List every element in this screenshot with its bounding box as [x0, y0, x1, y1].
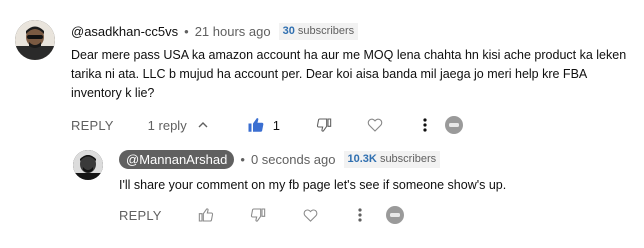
subscriber-label: subscribers — [297, 24, 355, 37]
separator-dot: • — [240, 151, 245, 167]
comment-text: Dear mere pass USA ka amazon account ha … — [71, 48, 627, 100]
creator-avatar-icon[interactable] — [444, 115, 464, 135]
creator-avatar-icon[interactable] — [385, 205, 405, 225]
replies-count-label: 1 reply — [147, 117, 187, 133]
reply-thread: @MannanArshad • 0 seconds ago 10.3K subs… — [0, 140, 644, 248]
user-avatar-image — [73, 150, 103, 180]
timestamp[interactable]: 0 seconds ago — [251, 152, 336, 167]
comment-meta: @asadkhan-cc5vs • 21 hours ago 30 subscr… — [71, 22, 359, 40]
author-avatar[interactable] — [15, 20, 55, 60]
subscriber-count: 30 — [282, 24, 295, 37]
reply-author-avatar[interactable] — [73, 150, 103, 180]
reply-toolbar: REPLY — [119, 203, 405, 227]
author-name[interactable]: @asadkhan-cc5vs — [71, 24, 178, 39]
reply-meta: @MannanArshad • 0 seconds ago 10.3K subs… — [119, 149, 441, 169]
timestamp[interactable]: 21 hours ago — [195, 24, 271, 39]
chevron-up-icon — [197, 119, 209, 131]
reply-button[interactable]: REPLY — [71, 118, 114, 133]
user-avatar-image — [15, 20, 55, 60]
creator-name-chip[interactable]: @MannanArshad — [119, 149, 235, 169]
subscriber-badge: 10.3K subscribers — [343, 150, 441, 168]
subscriber-label: subscribers — [379, 152, 437, 165]
subscriber-count: 10.3K — [347, 152, 377, 165]
more-vert-icon[interactable] — [357, 207, 363, 223]
thumbs-down-icon[interactable] — [316, 117, 332, 133]
more-vert-icon[interactable] — [422, 117, 428, 133]
thumbs-down-icon[interactable] — [250, 207, 266, 223]
like-count: 1 — [272, 117, 280, 133]
heart-icon[interactable] — [366, 116, 384, 134]
thumbs-up-icon[interactable] — [247, 116, 265, 134]
comment-thread: @asadkhan-cc5vs • 21 hours ago 30 subscr… — [0, 0, 644, 140]
separator-dot: • — [184, 23, 189, 39]
reply-button[interactable]: REPLY — [119, 208, 162, 223]
replies-toggle[interactable]: 1 reply — [148, 118, 209, 133]
thumbs-up-icon[interactable] — [198, 207, 214, 223]
subscriber-badge: 30 subscribers — [278, 22, 359, 40]
comment-toolbar: REPLY 1 reply 1 — [71, 113, 464, 137]
reply-text: I'll share your comment on my fb page le… — [119, 178, 507, 192]
heart-icon[interactable] — [302, 207, 319, 224]
